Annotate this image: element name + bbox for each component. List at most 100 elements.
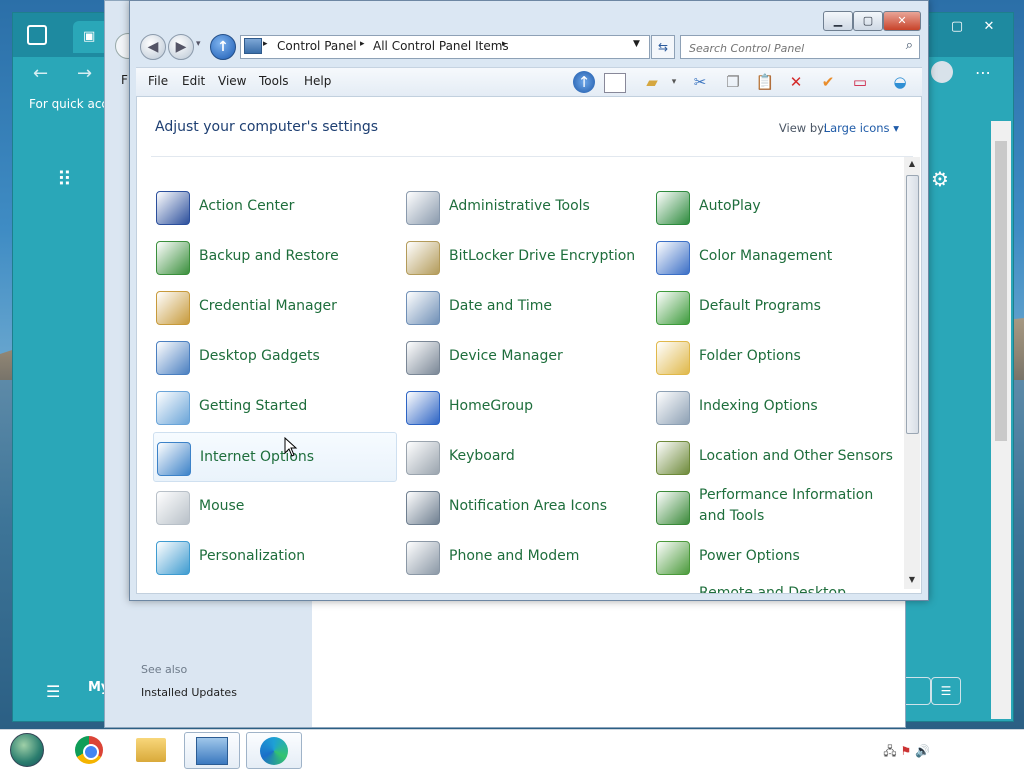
cp-item-mouse[interactable]: Mouse [153,482,395,530]
cp-item-action-center[interactable]: Action Center [153,182,395,230]
performance-icon [656,491,690,525]
cp-item-administrative-tools[interactable]: Administrative Tools [403,182,645,230]
recent-pages-chevron-icon[interactable]: ▾ [196,39,201,49]
breadcrumb-control-panel[interactable]: Control Panel [277,39,357,53]
cp-item-notification-area-icons[interactable]: Notification Area Icons [403,482,645,530]
edge-scroll-thumb[interactable] [995,141,1007,441]
mouse-icon [156,491,190,525]
breadcrumb-all-items[interactable]: All Control Panel Items [373,39,509,53]
toolbar-delete-icon[interactable]: ✕ [784,71,808,93]
cp-item-autoplay[interactable]: AutoPlay [653,182,895,230]
cp-item-label: Date and Time [449,297,552,314]
menu-view[interactable]: View [218,74,246,88]
taskbar: 🖧 ⚑ 🔊 [0,729,1024,769]
edge-maximize-button[interactable]: ▢ [941,17,973,37]
toolbar-shell-icon[interactable]: ◒ [888,71,912,93]
toolbar-paste-icon[interactable]: 📋 [753,71,777,93]
tab-actions-icon[interactable] [27,25,47,45]
cp-item-color-management[interactable]: Color Management [653,232,895,280]
up-button[interactable]: ↑ [210,34,236,60]
taskbar-edge[interactable] [246,732,302,769]
cp-item-desktop-gadgets[interactable]: Desktop Gadgets [153,332,395,380]
cp-item-homegroup[interactable]: HomeGroup [403,382,645,430]
cp-item-partial[interactable]: Remote and Desktop [699,585,846,593]
maximize-button[interactable]: ▢ [853,11,883,31]
edge-close-button[interactable]: ✕ [973,17,1005,37]
toolbar-folders-icon[interactable]: ▰ [640,71,664,93]
start-button[interactable] [0,732,54,767]
edge-scrollbar[interactable] [991,121,1011,719]
cp-item-label: Color Management [699,247,833,264]
breadcrumb-separator-icon[interactable]: ▸ [263,39,268,49]
search-input[interactable] [687,38,901,58]
cp-item-label: Action Center [199,197,295,214]
scroll-down-arrow-icon[interactable]: ▼ [906,575,918,587]
toolbar-up-icon[interactable]: ↑ [573,71,595,93]
back-button[interactable]: ◀ [140,34,166,60]
forward-button[interactable]: ▶ [168,34,194,60]
settings-gear-icon[interactable]: ⚙ [931,167,949,191]
cp-item-date-and-time[interactable]: Date and Time [403,282,645,330]
cp-item-phone-and-modem[interactable]: Phone and Modem [403,532,645,580]
cp-item-power-options[interactable]: Power Options [653,532,895,580]
toolbar-panes-icon[interactable] [604,73,626,93]
cp-item-bitlocker-drive-encryption[interactable]: BitLocker Drive Encryption [403,232,645,280]
cp-item-keyboard[interactable]: Keyboard [403,432,645,480]
apps-grid-icon[interactable]: ⠿ [57,167,72,191]
back-arrow-icon[interactable]: ← [33,63,48,84]
toolbar-cut-icon[interactable]: ✂ [688,71,712,93]
toolbar-dropdown-icon[interactable]: ▾ [662,71,686,93]
hamburger-menu-icon[interactable]: ☰ [46,682,60,701]
action-center-flag-icon[interactable]: ⚑ [900,744,911,758]
search-icon[interactable]: ⌕ [906,38,913,53]
scroll-thumb[interactable] [906,175,919,434]
cp-item-folder-options[interactable]: Folder Options [653,332,895,380]
search-box[interactable]: ⌕ [680,35,920,59]
cp-item-default-programs[interactable]: Default Programs [653,282,895,330]
cp-item-credential-manager[interactable]: Credential Manager [153,282,395,330]
breadcrumb-separator-icon[interactable]: ▸ [360,39,365,49]
back-menu-f[interactable]: F [121,73,128,87]
taskbar-control-panel[interactable] [184,732,240,769]
color-management-icon [656,241,690,275]
menu-edit[interactable]: Edit [182,74,205,88]
cp-item-label: Location and Other Sensors [699,447,893,464]
taskbar-chrome[interactable] [62,732,116,767]
cp-item-indexing-options[interactable]: Indexing Options [653,382,895,430]
menu-file[interactable]: File [148,74,168,88]
profile-avatar[interactable] [931,61,953,83]
view-by-dropdown[interactable]: Large icons ▾ [824,121,899,135]
autoplay-icon [656,191,690,225]
menu-help[interactable]: Help [304,74,331,88]
cp-item-getting-started[interactable]: Getting Started [153,382,395,430]
vertical-scrollbar[interactable]: ▲ ▼ [904,157,920,589]
edge-icon [260,736,288,765]
taskbar-explorer[interactable] [124,732,178,767]
installed-updates-link[interactable]: Installed Updates [141,686,237,699]
breadcrumb-separator-icon[interactable]: ▸ [502,39,507,49]
cp-item-backup-and-restore[interactable]: Backup and Restore [153,232,395,280]
cp-item-device-manager[interactable]: Device Manager [403,332,645,380]
refresh-button[interactable]: ⇆ [651,35,675,59]
toolbar-copy-icon[interactable]: ❐ [721,71,745,93]
scroll-up-arrow-icon[interactable]: ▲ [906,159,918,171]
cp-item-performance-information-and-tools[interactable]: Performance Information and Tools [653,482,895,530]
tab-page-icon: ▣ [83,29,96,44]
forward-arrow-icon[interactable]: → [77,63,92,84]
minimize-button[interactable]: ▁ [823,11,853,31]
cp-item-personalization[interactable]: Personalization [153,532,395,580]
close-button[interactable]: ✕ [883,11,921,31]
cp-item-location-and-other-sensors[interactable]: Location and Other Sensors [653,432,895,480]
address-bar[interactable]: ▸ Control Panel ▸ All Control Panel Item… [240,35,650,59]
default-programs-icon [656,291,690,325]
cp-item-internet-options[interactable]: Internet Options [153,432,397,482]
toolbar-rename-icon[interactable]: ▭ [848,71,872,93]
edge-view-list-button[interactable]: ☰ [931,677,961,705]
more-menu-icon[interactable]: ⋯ [975,63,991,82]
cp-item-label: Administrative Tools [449,197,590,214]
toolbar-properties-icon[interactable]: ✔ [816,71,840,93]
volume-icon[interactable]: 🔊 [915,744,930,758]
network-icon[interactable]: 🖧 [883,744,896,758]
address-dropdown-icon[interactable]: ▼ [633,39,640,49]
menu-tools[interactable]: Tools [259,74,289,88]
